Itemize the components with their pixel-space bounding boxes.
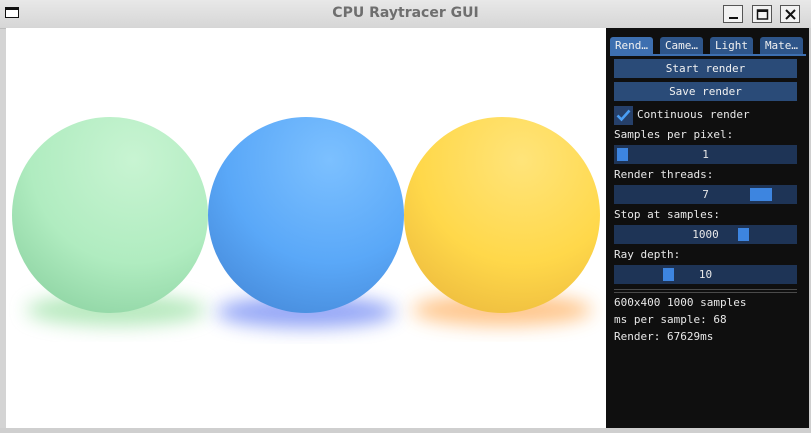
green-sphere [12, 117, 208, 313]
save-render-button[interactable]: Save render [614, 82, 797, 101]
tab-render[interactable]: Rend… [610, 37, 653, 54]
start-render-button[interactable]: Start render [614, 59, 797, 78]
rendered-scene [12, 117, 600, 328]
stats-resolution-samples: 600x400 1000 samples [614, 296, 747, 309]
minimize-icon [729, 17, 738, 19]
samples-per-pixel-slider[interactable]: 1 [614, 145, 797, 164]
panel-tabs: Rend… Came… Light Mate… [610, 37, 806, 55]
separator [614, 292, 797, 293]
close-icon [785, 9, 796, 20]
ray-depth-label: Ray depth: [614, 248, 681, 261]
minimize-button[interactable] [723, 5, 743, 23]
blue-sphere [208, 117, 404, 313]
close-button[interactable] [780, 5, 800, 23]
maximize-button[interactable] [752, 5, 772, 23]
slider-value: 10 [698, 268, 713, 281]
settings-panel: Rend… Came… Light Mate… Start render Sav… [606, 28, 809, 428]
yellow-sphere [404, 117, 600, 313]
samples-per-pixel-label: Samples per pixel: [614, 128, 734, 141]
tab-underline [610, 54, 806, 56]
tab-camera[interactable]: Came… [660, 37, 703, 54]
window-titlebar[interactable]: CPU Raytracer GUI [0, 0, 811, 29]
slider-value: 1 [702, 148, 709, 161]
slider-value: 1000 [692, 228, 719, 241]
continuous-render-checkbox[interactable] [614, 106, 633, 125]
tab-material[interactable]: Mate… [760, 37, 803, 54]
render-threads-label: Render threads: [614, 168, 714, 181]
stop-at-samples-label: Stop at samples: [614, 208, 720, 221]
render-threads-slider[interactable]: 7 [614, 185, 797, 204]
separator [614, 289, 797, 290]
ray-depth-slider[interactable]: 10 [614, 265, 797, 284]
render-viewport[interactable] [6, 28, 606, 428]
maximize-icon [756, 9, 769, 20]
window-title: CPU Raytracer GUI [332, 5, 479, 21]
slider-value: 7 [702, 188, 709, 201]
stats-ms-per-sample: ms per sample: 68 [614, 313, 727, 326]
stats-render-time: Render: 67629ms [614, 330, 714, 343]
checkmark-icon [616, 109, 631, 122]
window-bottom-edge [0, 428, 811, 433]
stop-at-samples-slider[interactable]: 1000 [614, 225, 797, 244]
tab-light[interactable]: Light [710, 37, 753, 54]
continuous-render-label: Continuous render [637, 108, 750, 121]
